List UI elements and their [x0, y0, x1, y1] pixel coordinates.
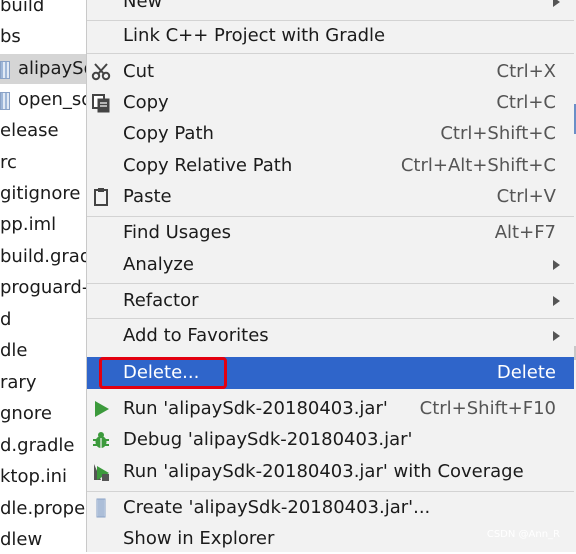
tree-item[interactable]: rary	[0, 368, 86, 398]
tree-item[interactable]: open_sdk	[0, 85, 86, 115]
project-tree-panel: build bs alipaySdk open_sdk elease rc gi…	[0, 0, 86, 552]
tree-item[interactable]: pp.iml	[0, 210, 86, 240]
menu-item-copy-relative-path[interactable]: Copy Relative Path Ctrl+Alt+Shift+C	[87, 151, 574, 181]
tree-item[interactable]: ktop.ini	[0, 462, 86, 492]
jar-file-icon	[96, 498, 106, 518]
tree-item[interactable]: d	[0, 305, 86, 335]
tree-item[interactable]: bs	[0, 22, 86, 52]
tree-item[interactable]: build.gradle	[0, 242, 86, 272]
clipboard-icon	[94, 188, 108, 206]
run-with-coverage-icon	[94, 464, 109, 481]
tree-item[interactable]: rc	[0, 148, 86, 178]
menu-separator	[87, 283, 574, 284]
tree-item[interactable]: gnore	[0, 399, 86, 429]
menu-item-cut[interactable]: Cut Ctrl+X	[87, 57, 574, 87]
annotation-highlight-box	[99, 357, 227, 389]
run-icon	[95, 401, 109, 417]
tree-item[interactable]: dlew	[0, 525, 86, 552]
menu-item-create-jar[interactable]: Create 'alipaySdk-20180403.jar'...	[87, 493, 574, 523]
tree-item[interactable]: dle.properties	[0, 494, 86, 524]
menu-item-link-cpp-project[interactable]: Link C++ Project with Gradle	[87, 21, 574, 51]
watermark: CSDN @Ann_R	[486, 529, 560, 540]
jar-file-icon	[0, 92, 10, 110]
menu-item-copy-path[interactable]: Copy Path Ctrl+Shift+C	[87, 119, 574, 149]
menu-item-find-usages[interactable]: Find Usages Alt+F7	[87, 218, 574, 248]
menu-item-paste[interactable]: Paste Ctrl+V	[87, 182, 574, 212]
tree-item-selected[interactable]: alipaySdk	[0, 54, 86, 84]
menu-separator	[87, 491, 574, 492]
menu-separator	[87, 216, 574, 217]
menu-item-refactor[interactable]: Refactor	[87, 286, 574, 316]
menu-item-debug-jar[interactable]: Debug 'alipaySdk-20180403.jar'	[87, 425, 574, 455]
tree-item[interactable]: build	[0, 0, 86, 21]
menu-item-new[interactable]: New	[87, 0, 574, 17]
tree-item[interactable]: d.gradle	[0, 431, 86, 461]
submenu-arrow-icon	[553, 296, 560, 306]
menu-separator	[87, 53, 574, 54]
menu-item-run-with-coverage[interactable]: Run 'alipaySdk-20180403.jar' with Covera…	[87, 457, 574, 487]
menu-separator	[87, 318, 574, 319]
submenu-arrow-icon	[553, 0, 560, 7]
tree-item[interactable]: dle	[0, 336, 86, 366]
tree-item[interactable]: elease	[0, 116, 86, 146]
tree-item[interactable]: proguard-rules	[0, 273, 86, 303]
jar-file-icon	[0, 61, 10, 79]
copy-icon	[92, 94, 110, 113]
menu-item-analyze[interactable]: Analyze	[87, 250, 574, 280]
submenu-arrow-icon	[553, 331, 560, 341]
context-menu: New Link C++ Project with Gradle Cut Ctr…	[86, 0, 574, 552]
scissors-icon	[91, 63, 111, 81]
menu-item-add-to-favorites[interactable]: Add to Favorites	[87, 321, 574, 351]
menu-item-copy[interactable]: Copy Ctrl+C	[87, 88, 574, 118]
submenu-arrow-icon	[553, 260, 560, 270]
tree-item[interactable]: gitignore	[0, 179, 86, 209]
debug-bug-icon	[93, 432, 109, 448]
menu-item-run-jar[interactable]: Run 'alipaySdk-20180403.jar' Ctrl+Shift+…	[87, 394, 574, 424]
